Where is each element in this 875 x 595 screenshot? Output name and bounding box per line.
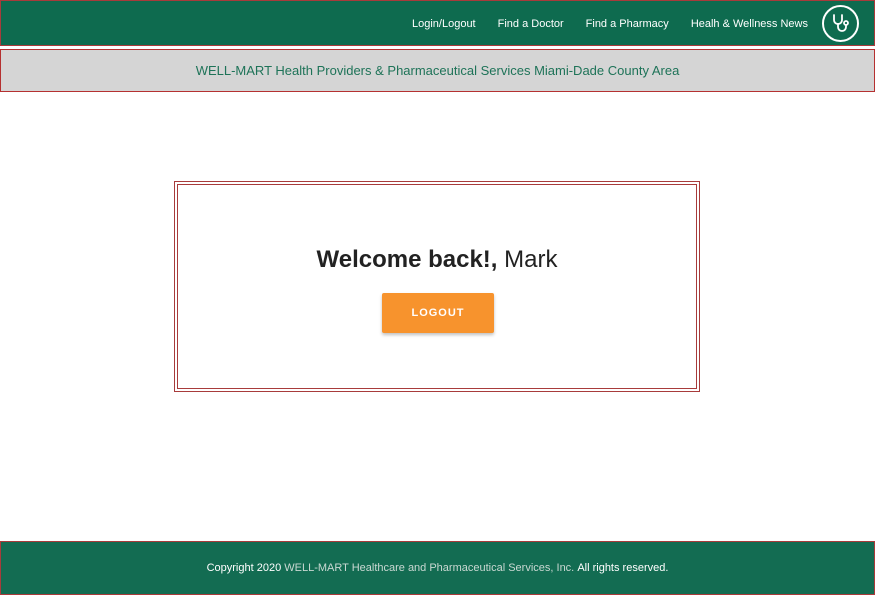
footer-rights: All rights reserved. bbox=[577, 562, 669, 574]
banner-title: WELL-MART Health Providers & Pharmaceuti… bbox=[195, 63, 680, 78]
stethoscope-icon[interactable] bbox=[822, 5, 859, 42]
welcome-user-name: Mark bbox=[504, 246, 558, 273]
welcome-greeting: Welcome back!, bbox=[316, 246, 498, 273]
footer-copyright: Copyright 2020 bbox=[206, 562, 282, 574]
logout-button[interactable]: LOGOUT bbox=[382, 293, 494, 333]
site-banner: WELL-MART Health Providers & Pharmaceuti… bbox=[0, 49, 875, 92]
nav-health-wellness-news-link[interactable]: Healh & Wellness News bbox=[691, 18, 808, 30]
page-footer: Copyright 2020 WELL-MART Healthcare and … bbox=[0, 541, 875, 595]
nav-login-logout-link[interactable]: Login/Logout bbox=[412, 18, 476, 30]
nav-find-doctor-link[interactable]: Find a Doctor bbox=[498, 18, 564, 30]
welcome-heading: Welcome back!, Mark bbox=[178, 246, 696, 274]
nav-links: Login/Logout Find a Doctor Find a Pharma… bbox=[412, 1, 808, 47]
welcome-panel: Welcome back!, Mark LOGOUT bbox=[174, 181, 700, 392]
welcome-panel-inner: Welcome back!, Mark LOGOUT bbox=[177, 184, 697, 389]
nav-find-pharmacy-link[interactable]: Find a Pharmacy bbox=[586, 18, 669, 30]
footer-company-link[interactable]: WELL-MART Healthcare and Pharmaceutical … bbox=[284, 562, 574, 574]
top-navigation-bar: Login/Logout Find a Doctor Find a Pharma… bbox=[0, 0, 875, 46]
